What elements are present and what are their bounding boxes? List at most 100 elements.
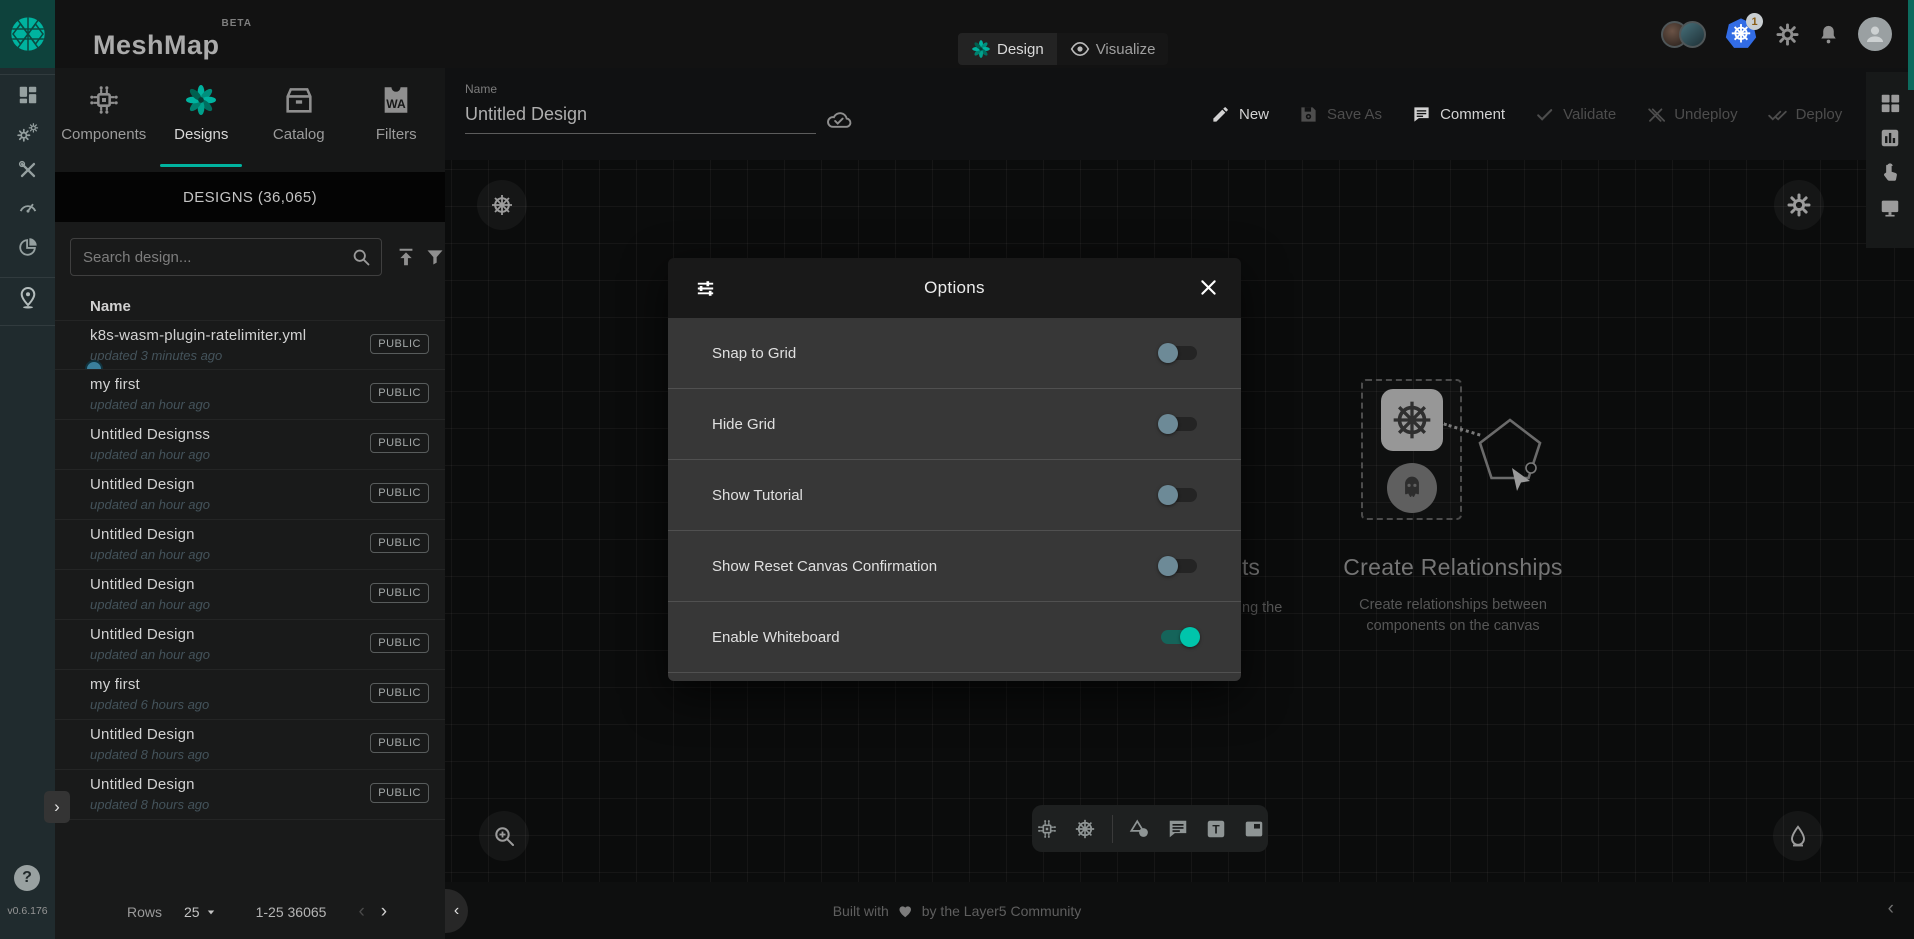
show-tutorial-toggle[interactable] [1161, 488, 1197, 502]
mode-design-button[interactable]: Design [958, 33, 1057, 65]
visibility-badge: PUBLIC [370, 433, 429, 453]
filter-funnel-icon[interactable] [425, 247, 445, 267]
mode-design-label: Design [997, 41, 1044, 58]
enable-whiteboard-toggle[interactable] [1161, 630, 1197, 644]
visualize-eye-icon [1070, 39, 1090, 59]
prev-page-button[interactable]: ‹ [358, 901, 364, 923]
kubernetes-context-button[interactable]: 1 [1724, 17, 1758, 51]
design-row[interactable]: Untitled Design updated an hour ago PUBL… [55, 620, 445, 670]
tab-components[interactable]: Components [55, 68, 153, 172]
tab-label: Filters [376, 126, 417, 143]
dashboard-icon[interactable] [17, 84, 39, 106]
design-name: my first [90, 376, 140, 393]
design-row[interactable]: Untitled Design updated an hour ago PUBL… [55, 570, 445, 620]
search-icon[interactable] [351, 247, 371, 267]
design-canvas[interactable]: Create Relationships Create relationship… [445, 160, 1914, 882]
undeploy-label: Undeploy [1674, 106, 1737, 123]
design-list: k8s-wasm-plugin-ratelimiter.yml updated … [55, 320, 445, 820]
design-row[interactable]: Untitled Design updated an hour ago PUBL… [55, 520, 445, 570]
collaborator-avatar[interactable] [1679, 21, 1706, 48]
visibility-badge: PUBLIC [370, 533, 429, 553]
tab-label: Components [61, 126, 146, 143]
comment-button[interactable]: Comment [1412, 105, 1505, 124]
design-name-input[interactable] [465, 100, 816, 134]
shapes-icon[interactable] [1129, 818, 1151, 840]
mode-visualize-button[interactable]: Visualize [1057, 33, 1169, 65]
helm-wheel-icon [490, 193, 514, 217]
meshmap-pin-icon[interactable] [16, 286, 40, 310]
snap-to-grid-toggle[interactable] [1161, 346, 1197, 360]
reset-canvas-confirmation-toggle[interactable] [1161, 559, 1197, 573]
hide-grid-toggle[interactable] [1161, 417, 1197, 431]
save-as-button[interactable]: Save As [1299, 105, 1382, 124]
configuration-tools-icon[interactable] [17, 159, 39, 181]
design-row[interactable]: my first updated 6 hours ago PUBLIC [55, 670, 445, 720]
undeploy-button[interactable]: Undeploy [1646, 105, 1737, 124]
help-button[interactable]: ? [14, 865, 40, 891]
close-icon[interactable] [1198, 277, 1219, 298]
person-icon [1863, 22, 1887, 46]
interact-touch-icon[interactable] [1879, 162, 1901, 184]
option-row-show-reset-confirmation: Show Reset Canvas Confirmation [668, 531, 1241, 602]
design-updated: updated 3 minutes ago [90, 348, 222, 363]
option-row-show-tutorial: Show Tutorial [668, 460, 1241, 531]
notifications-bell-icon[interactable] [1817, 23, 1840, 46]
visibility-badge: PUBLIC [370, 583, 429, 603]
design-row[interactable]: k8s-wasm-plugin-ratelimiter.yml updated … [55, 320, 445, 370]
design-row[interactable]: Untitled Design updated 8 hours ago PUBL… [55, 770, 445, 820]
design-row[interactable]: my first updated an hour ago PUBLIC [55, 370, 445, 420]
text-tool-icon[interactable] [1205, 818, 1227, 840]
design-row[interactable]: Untitled Designss updated an hour ago PU… [55, 420, 445, 470]
heart-icon [896, 901, 915, 920]
deploy-button[interactable]: Deploy [1768, 105, 1843, 124]
zoom-in-button[interactable] [479, 811, 529, 861]
toggle-knob [1158, 343, 1178, 363]
components-circuit-icon[interactable] [1036, 818, 1058, 840]
panel-collapse-handle[interactable]: ‹ [445, 889, 468, 933]
panels-grid-icon[interactable] [1879, 92, 1901, 114]
upload-design-icon[interactable] [395, 246, 417, 268]
metrics-barchart-icon[interactable] [1879, 127, 1901, 149]
validate-button[interactable]: Validate [1535, 105, 1616, 124]
visibility-badge: PUBLIC [370, 683, 429, 703]
new-button[interactable]: New [1211, 105, 1269, 124]
name-column-header: Name [90, 298, 131, 315]
layer5-logo[interactable] [0, 0, 55, 68]
lifecycle-gears-icon[interactable] [17, 122, 39, 144]
options-modal-body: Snap to Grid Hide Grid Show Tutorial Sho… [668, 318, 1241, 681]
design-row[interactable]: Untitled Design updated 8 hours ago PUBL… [55, 720, 445, 770]
collaborator-avatars [1661, 21, 1706, 48]
empty-state-title: Create Relationships [1243, 554, 1663, 581]
designs-panel: Components Designs Catalog Filters DESIG… [55, 68, 445, 939]
kubernetes-helm-button[interactable] [477, 180, 527, 230]
comment-icon[interactable] [1167, 818, 1189, 840]
canvas-settings-button[interactable] [1774, 180, 1824, 230]
kubernetes-helm-icon[interactable] [1074, 818, 1096, 840]
settings-gear-icon[interactable] [1776, 23, 1799, 46]
tab-filters[interactable]: Filters [348, 68, 446, 172]
components-circuit-icon [87, 83, 121, 117]
tab-catalog[interactable]: Catalog [250, 68, 348, 172]
performance-speedometer-icon[interactable] [17, 196, 39, 218]
right-collapse-handle[interactable]: ‹ [1888, 898, 1894, 920]
profile-avatar[interactable] [1858, 17, 1892, 51]
option-label: Hide Grid [712, 416, 775, 433]
design-name: Untitled Designss [90, 426, 210, 443]
birdseye-drop-button[interactable] [1773, 811, 1823, 861]
design-row[interactable]: Untitled Design updated an hour ago PUBL… [55, 470, 445, 520]
search-design-input[interactable] [70, 238, 382, 276]
option-row-enable-whiteboard: Enable Whiteboard [668, 602, 1241, 673]
media-icon[interactable] [1243, 818, 1265, 840]
extensions-pie-icon[interactable] [17, 236, 39, 258]
screen-monitor-icon[interactable] [1879, 197, 1901, 219]
design-updated: updated an hour ago [90, 547, 210, 562]
rail-expand-handle[interactable]: › [44, 791, 70, 823]
app-version: v0.6.176 [0, 905, 55, 917]
built-with-credit: Built with by the Layer5 Community [833, 882, 1082, 939]
cloud-saved-icon [825, 106, 852, 133]
zoom-in-icon [492, 824, 516, 848]
rows-per-page-select[interactable]: 25 [184, 904, 218, 920]
tab-designs[interactable]: Designs [153, 68, 251, 172]
next-page-button[interactable]: › [381, 901, 387, 923]
occluded-heading-fragment: ts [1242, 554, 1260, 581]
